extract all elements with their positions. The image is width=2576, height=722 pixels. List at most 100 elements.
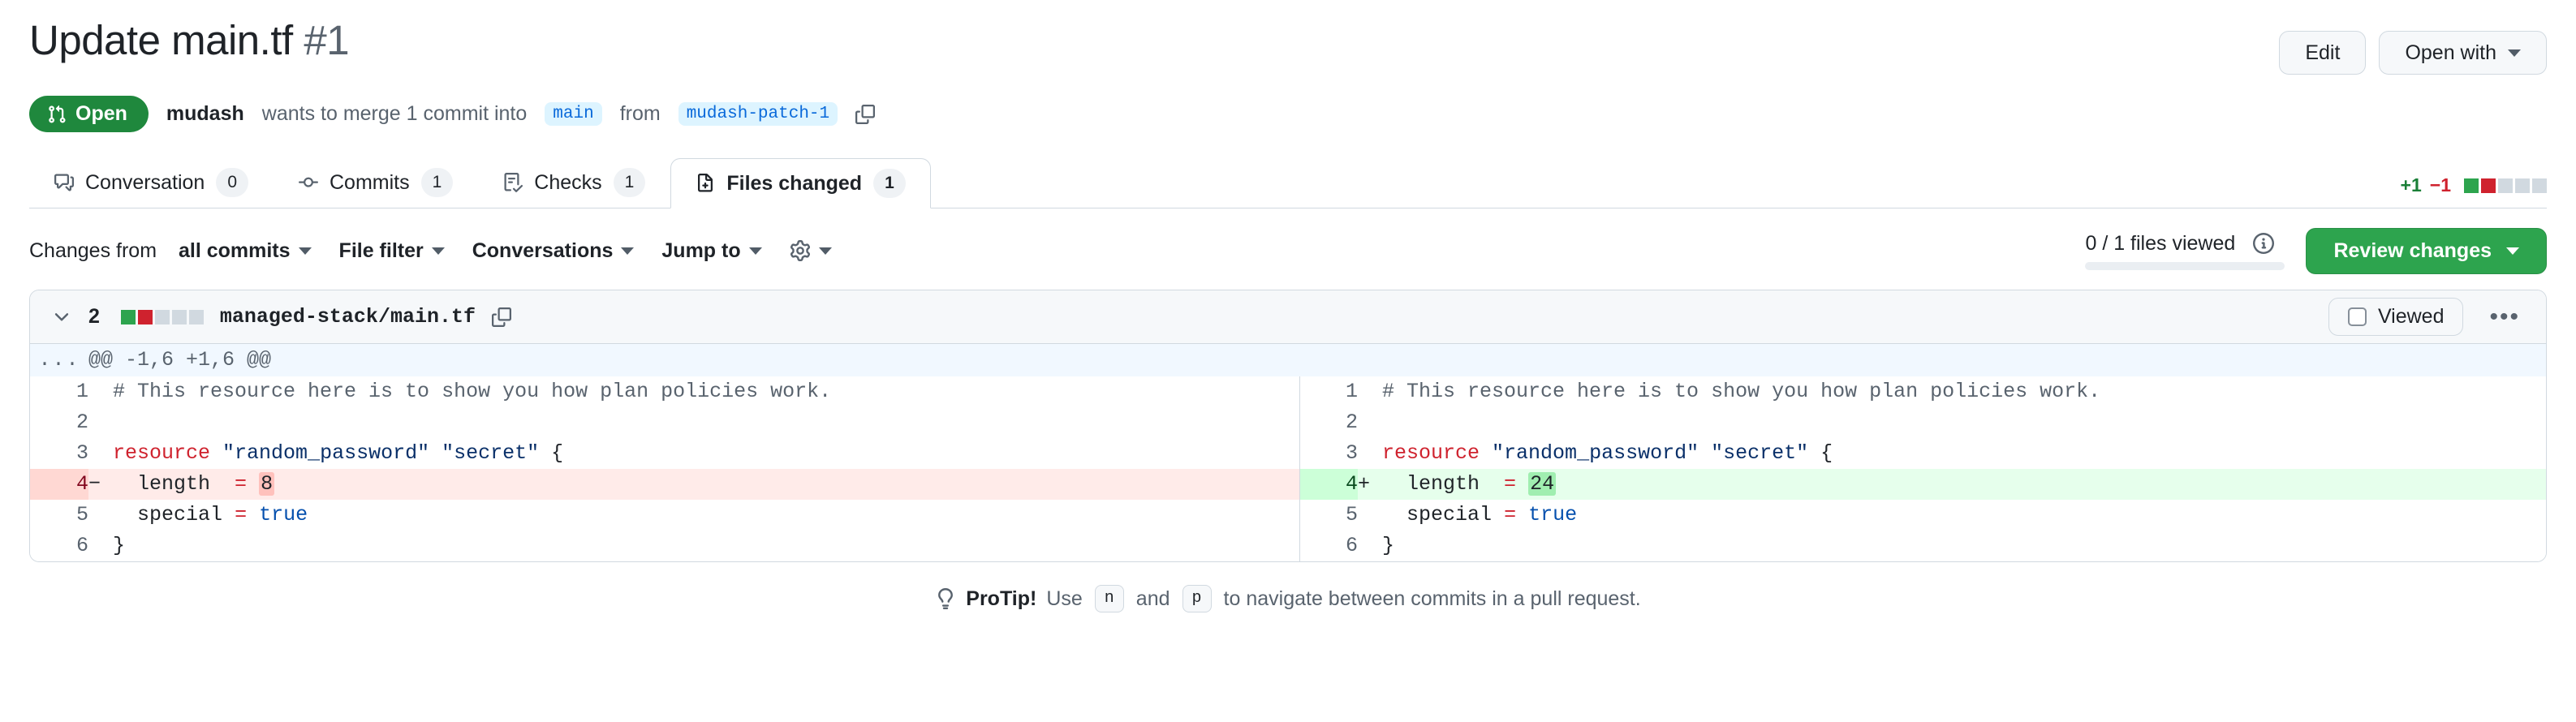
pr-subtitle: Open mudash wants to merge 1 commit into… [29, 96, 2547, 132]
jump-to-label: Jump to [661, 239, 741, 262]
right-code-cell[interactable] [1358, 407, 2546, 438]
right-line-number[interactable]: 1 [1299, 376, 1358, 407]
chevron-down-icon [298, 247, 312, 255]
pr-tabbar: Conversation 0 Commits 1 Checks 1 Files … [29, 157, 2547, 208]
left-line-number[interactable]: 5 [30, 500, 88, 531]
viewed-checkbox-button[interactable]: Viewed [2328, 298, 2464, 336]
keyboard-key-p: p [1182, 585, 1212, 612]
left-code-cell[interactable]: } [88, 531, 1299, 561]
left-code-cell[interactable]: resource "random_password" "secret" { [88, 438, 1299, 469]
chevron-down-icon [431, 247, 445, 255]
pr-header: Update main.tf #1 Edit Open with [29, 0, 2547, 75]
chevron-down-icon [818, 247, 832, 255]
page-title: Update main.tf #1 [29, 17, 350, 63]
diff-hunk-header-row: ... @@ -1,6 +1,6 @@ [30, 344, 2546, 376]
changes-from-dropdown[interactable]: Changes from all commits [29, 239, 312, 263]
tab-files-changed[interactable]: Files changed 1 [670, 158, 931, 208]
left-line-number[interactable]: 6 [30, 531, 88, 561]
file-diff-card: 2 managed-stack/main.tf Viewed ••• ... @… [29, 290, 2547, 562]
file-filter-label: File filter [338, 239, 424, 262]
right-changed-token: 24 [1528, 472, 1557, 496]
right-code-cell[interactable]: # This resource here is to show you how … [1358, 376, 2546, 407]
left-code-cell[interactable]: # This resource here is to show you how … [88, 376, 1299, 407]
right-code-cell[interactable]: special = true [1358, 500, 2546, 531]
right-code-text: # This resource here is to show you how … [1382, 380, 2101, 403]
right-code-text: } [1382, 534, 1395, 557]
tab-checks[interactable]: Checks 1 [478, 157, 670, 208]
tab-commits[interactable]: Commits 1 [274, 157, 478, 208]
open-with-button[interactable]: Open with [2379, 31, 2547, 75]
diff-file-icon [696, 174, 715, 193]
additions-count: +1 [2400, 174, 2422, 196]
tab-list: Conversation 0 Commits 1 Checks 1 Files … [29, 156, 931, 208]
collapse-file-chevron-down-icon[interactable] [51, 307, 72, 328]
edit-button[interactable]: Edit [2279, 31, 2367, 75]
diff-row: 2 2 [30, 407, 2546, 438]
right-code-cell[interactable]: + length = 24 [1358, 469, 2546, 500]
protip-text-2: and [1135, 587, 1170, 610]
deletions-count: −1 [2429, 174, 2451, 196]
right-line-number[interactable]: 2 [1299, 407, 1358, 438]
pull-request-icon [49, 105, 66, 123]
file-path[interactable]: managed-stack/main.tf [220, 305, 476, 329]
right-line-number[interactable]: 5 [1299, 500, 1358, 531]
files-viewed-text: 0 / 1 files viewed [2085, 231, 2236, 255]
tab-conversation[interactable]: Conversation 0 [29, 157, 274, 208]
right-code-cell[interactable]: resource "random_password" "secret" { [1358, 438, 2546, 469]
status-badge-label: Open [75, 102, 127, 125]
info-icon[interactable] [2253, 233, 2275, 254]
open-with-label: Open with [2405, 41, 2496, 64]
diffstat-blocks [2464, 178, 2547, 193]
right-code-cell[interactable]: } [1358, 531, 2546, 561]
left-line-number[interactable]: 3 [30, 438, 88, 469]
diff-row: 1 # This resource here is to show you ho… [30, 376, 2546, 407]
left-line-number[interactable]: 4 [30, 469, 88, 500]
kebab-horizontal-icon[interactable]: ••• [2481, 305, 2528, 329]
left-code-cell[interactable] [88, 407, 1299, 438]
left-changed-token: 8 [259, 472, 275, 496]
review-changes-button[interactable]: Review changes [2306, 227, 2547, 274]
right-line-number[interactable]: 4 [1299, 469, 1358, 500]
file-header: 2 managed-stack/main.tf Viewed ••• [30, 290, 2546, 344]
merge-text-before-head: from [619, 102, 661, 125]
tab-counter: 1 [420, 168, 454, 197]
commit-icon [299, 173, 318, 192]
diff-settings-dropdown[interactable] [790, 240, 832, 261]
viewed-checkbox[interactable] [2347, 307, 2367, 326]
pr-author[interactable]: mudash [166, 102, 244, 126]
copy-path-icon[interactable] [491, 307, 511, 327]
jump-to-dropdown[interactable]: Jump to [661, 239, 762, 263]
file-filter-dropdown[interactable]: File filter [339, 239, 445, 263]
head-branch-ref[interactable]: mudash-patch-1 [678, 102, 838, 126]
pull-request-page: Update main.tf #1 Edit Open with Open mu… [0, 0, 2576, 612]
left-code-text: # This resource here is to show you how … [113, 380, 832, 403]
tab-counter: 0 [216, 168, 248, 197]
copy-branch-icon[interactable] [855, 104, 876, 124]
base-branch-ref[interactable]: main [545, 102, 602, 126]
conversations-label: Conversations [472, 239, 614, 262]
review-changes-label: Review changes [2333, 239, 2492, 262]
diff-row: 5 special = true 5 special = true [30, 500, 2546, 531]
right-line-number[interactable]: 3 [1299, 438, 1358, 469]
pr-number: #1 [304, 17, 350, 63]
checklist-icon [503, 173, 523, 192]
file-change-count: 2 [88, 305, 100, 328]
left-line-number[interactable]: 2 [30, 407, 88, 438]
files-viewed-row: 0 / 1 files viewed [2085, 231, 2275, 256]
comment-icon [54, 173, 74, 192]
pr-title-text: Update main.tf [29, 17, 293, 63]
changes-from-label: Changes from [29, 239, 157, 262]
hunk-range-text: @@ -1,6 +1,6 @@ [88, 344, 2546, 376]
diff-table: ... @@ -1,6 +1,6 @@ 1 # This resource he… [30, 344, 2546, 561]
tab-label: Files changed [726, 171, 863, 195]
changes-from-value: all commits [178, 239, 291, 262]
left-code-cell[interactable]: special = true [88, 500, 1299, 531]
files-viewed-progress: 0 / 1 files viewed [2085, 232, 2285, 270]
right-line-number[interactable]: 6 [1299, 531, 1358, 561]
left-line-number[interactable]: 1 [30, 376, 88, 407]
left-code-cell[interactable]: − length = 8 [88, 469, 1299, 500]
tab-label: Conversation [85, 170, 205, 194]
conversations-dropdown[interactable]: Conversations [472, 239, 635, 263]
expand-hunk-button[interactable]: ... [30, 344, 88, 376]
chevron-down-icon [621, 247, 635, 255]
